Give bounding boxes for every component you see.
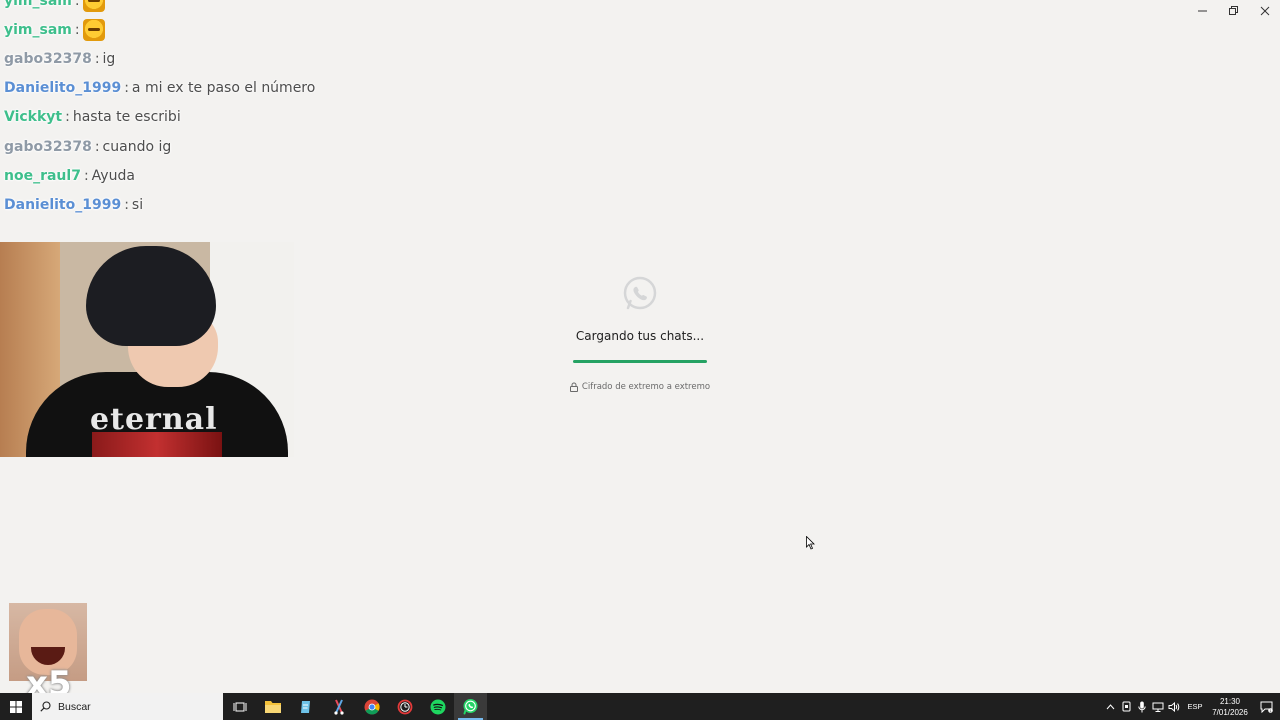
network-icon bbox=[1152, 702, 1164, 712]
chat-username: gabo32378 bbox=[4, 138, 92, 155]
taskbar-search-box[interactable]: Buscar bbox=[32, 693, 223, 720]
spotify-icon bbox=[430, 699, 445, 714]
chat-separator: : bbox=[124, 80, 129, 97]
taskbar: Buscar ESP 21:30 7/01/2026 1 bbox=[0, 693, 1280, 720]
chevron-up-icon bbox=[1106, 703, 1114, 709]
loading-progress-bar bbox=[573, 360, 707, 363]
spotify-button[interactable] bbox=[421, 693, 454, 720]
chat-separator: : bbox=[74, 0, 80, 9]
volume-icon bbox=[1168, 701, 1180, 712]
chat-separator: : bbox=[124, 196, 129, 213]
chrome-icon bbox=[364, 699, 380, 715]
loading-panel: Cargando tus chats... Cifrado de extremo… bbox=[560, 276, 720, 392]
windows-logo-icon bbox=[10, 700, 22, 713]
search-label: Buscar bbox=[58, 700, 91, 713]
microphone-icon bbox=[1138, 701, 1146, 712]
clock-app-icon bbox=[397, 699, 412, 714]
mouse-cursor-icon bbox=[806, 536, 815, 550]
task-view-icon bbox=[233, 702, 246, 711]
svg-text:1: 1 bbox=[1269, 709, 1271, 713]
chat-emote-icon bbox=[82, 18, 105, 41]
clock-date: 7/01/2026 bbox=[1212, 707, 1248, 717]
lock-icon bbox=[569, 382, 578, 392]
chat-message-text: Ayuda bbox=[91, 167, 135, 184]
search-icon bbox=[40, 701, 51, 712]
volume-tray-button[interactable] bbox=[1166, 701, 1182, 712]
whatsapp-logo-icon bbox=[623, 276, 657, 310]
snipping-tool-icon bbox=[333, 699, 344, 715]
chat-username: Danielito_1999 bbox=[4, 80, 122, 97]
webcam-person-hair bbox=[86, 246, 216, 346]
chat-message-text: si bbox=[131, 196, 144, 213]
input-language[interactable]: ESP bbox=[1184, 702, 1206, 711]
system-tray: ESP 21:30 7/01/2026 1 bbox=[1102, 693, 1280, 720]
chat-message: Danielito_1999: a mi ex te paso el número bbox=[4, 74, 364, 103]
snipping-tool-button[interactable] bbox=[322, 693, 355, 720]
microphone-tray-button[interactable] bbox=[1134, 701, 1150, 713]
whatsapp-icon bbox=[463, 699, 478, 715]
notification-icon: 1 bbox=[1260, 701, 1273, 713]
close-icon bbox=[1260, 6, 1269, 16]
minimize-icon bbox=[1197, 10, 1207, 12]
chat-message: Vickkyt: hasta te escribi bbox=[4, 103, 364, 132]
task-view-button[interactable] bbox=[223, 693, 256, 720]
chat-message: yim_sam: bbox=[4, 15, 364, 44]
webcam-shirt-text: eternal bbox=[90, 402, 218, 437]
chat-separator: : bbox=[83, 167, 89, 184]
chat-username: yim_sam bbox=[4, 0, 72, 9]
device-icon bbox=[1122, 701, 1130, 712]
taskbar-clock[interactable]: 21:30 7/01/2026 bbox=[1208, 696, 1252, 718]
show-hidden-icons-button[interactable] bbox=[1102, 703, 1118, 710]
notepad-button[interactable] bbox=[289, 693, 322, 720]
clock-time: 21:30 bbox=[1219, 696, 1241, 706]
chat-message: gabo32378: ig bbox=[4, 44, 364, 73]
chat-separator: : bbox=[94, 138, 100, 155]
whatsapp-button[interactable] bbox=[454, 693, 487, 720]
network-tray-button[interactable] bbox=[1150, 702, 1166, 712]
file-explorer-icon bbox=[264, 701, 281, 713]
restore-icon bbox=[1228, 6, 1238, 15]
chrome-button[interactable] bbox=[355, 693, 388, 720]
clock-app-button[interactable] bbox=[388, 693, 421, 720]
notification-center-button[interactable]: 1 bbox=[1252, 701, 1280, 713]
chat-username: Vickkyt bbox=[4, 109, 63, 126]
chat-message-text: a mi ex te paso el número bbox=[131, 80, 316, 97]
stream-chat-overlay: yim_sam: yim_sam: gabo32378: ig Danielito_19… bbox=[4, 0, 364, 220]
start-button[interactable] bbox=[0, 693, 32, 720]
webcam-overlay: eternal bbox=[0, 242, 294, 457]
device-tray-button[interactable] bbox=[1118, 701, 1134, 712]
chat-username: Danielito_1999 bbox=[4, 196, 122, 213]
chat-username: yim_sam bbox=[4, 21, 72, 38]
chat-separator: : bbox=[65, 109, 70, 126]
loading-status-text: Cargando tus chats... bbox=[575, 329, 705, 343]
notepad-icon bbox=[300, 700, 310, 713]
chat-username: gabo32378 bbox=[4, 50, 92, 67]
chat-message-text: ig bbox=[102, 50, 116, 67]
loading-progress-fill bbox=[573, 360, 707, 363]
taskbar-apps bbox=[223, 693, 487, 720]
chat-emote-icon bbox=[82, 0, 105, 12]
file-explorer-button[interactable] bbox=[256, 693, 289, 720]
close-button[interactable] bbox=[1249, 0, 1280, 22]
chat-message: yim_sam: bbox=[4, 0, 364, 15]
chat-message-text: cuando ig bbox=[102, 138, 172, 155]
chat-message: gabo32378: cuando ig bbox=[4, 132, 364, 161]
chat-separator: : bbox=[74, 21, 80, 38]
window-controls bbox=[1187, 0, 1280, 22]
chat-message: noe_raul7: Ayuda bbox=[4, 161, 364, 190]
encryption-text: Cifrado de extremo a extremo bbox=[581, 382, 711, 392]
chat-separator: : bbox=[94, 50, 100, 67]
encryption-notice: Cifrado de extremo a extremo bbox=[560, 382, 720, 392]
chat-username: noe_raul7 bbox=[4, 167, 81, 184]
minimize-button[interactable] bbox=[1187, 0, 1218, 22]
chat-message-text: hasta te escribi bbox=[72, 109, 181, 126]
chat-message: Danielito_1999: si bbox=[4, 190, 364, 219]
restore-button[interactable] bbox=[1218, 0, 1249, 22]
